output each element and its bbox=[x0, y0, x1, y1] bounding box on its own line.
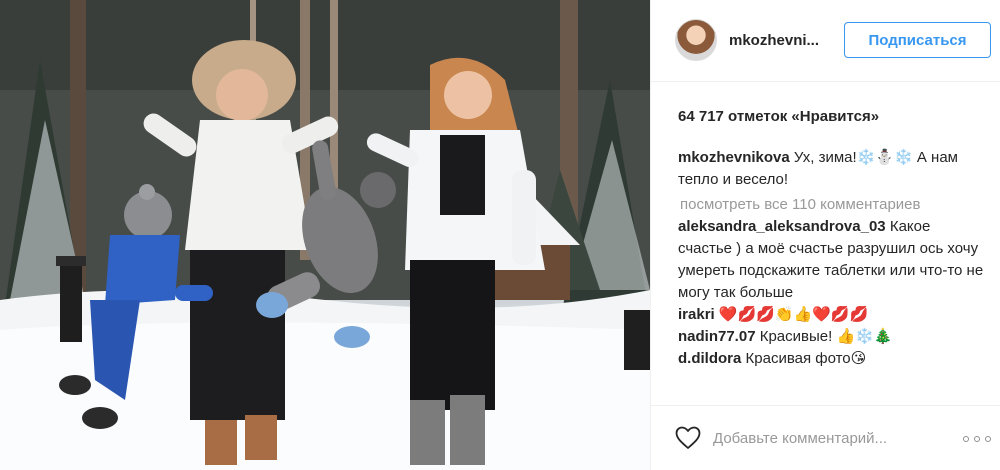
dot bbox=[985, 436, 991, 442]
post-sidebar: mkozhevni... Подписаться 64 717 отметок … bbox=[650, 0, 1000, 470]
dot bbox=[963, 436, 969, 442]
post-photo[interactable] bbox=[0, 0, 650, 470]
photo-illustration bbox=[0, 0, 650, 470]
caption-username[interactable]: mkozhevnikova bbox=[678, 149, 790, 166]
list-item bbox=[678, 370, 988, 388]
caption: mkozhevnikova Ух, зима!❄️⛄❄️ А нам тепло… bbox=[678, 147, 988, 191]
comment-text: Красивая фото😘 bbox=[745, 350, 867, 367]
comment-username[interactable]: nadin77.07 bbox=[678, 328, 756, 345]
avatar[interactable] bbox=[675, 19, 717, 61]
list-item: nadin77.07 Красивые! 👍❄️🎄 bbox=[678, 326, 988, 348]
comment-username[interactable]: irakri bbox=[678, 306, 715, 323]
follow-button[interactable]: Подписаться bbox=[844, 22, 991, 58]
list-item: aleksandra_aleksandrova_03 Какое счастье… bbox=[678, 216, 988, 304]
list-item: d.dildora Красивая фото😘 bbox=[678, 348, 988, 370]
likes-count[interactable]: 64 717 отметок «Нравится» bbox=[678, 108, 879, 125]
dot bbox=[974, 436, 980, 442]
comment-input[interactable] bbox=[713, 423, 943, 453]
view-all-comments-link[interactable]: посмотреть все 110 комментариев bbox=[680, 194, 988, 216]
comments-list: mkozhevnikova Ух, зима!❄️⛄❄️ А нам тепло… bbox=[678, 147, 988, 397]
comment-username[interactable]: aleksandra_aleksandrova_03 bbox=[678, 218, 886, 235]
comment-username[interactable]: d.dildora bbox=[678, 350, 741, 367]
add-comment-bar bbox=[651, 405, 1000, 470]
list-item: irakri ❤️💋💋👏👍❤️💋💋 bbox=[678, 304, 988, 326]
heart-outline-icon[interactable] bbox=[675, 426, 701, 450]
comment-text: Красивые! 👍❄️🎄 bbox=[759, 328, 893, 345]
comment-text: ❤️💋💋👏👍❤️💋💋 bbox=[718, 306, 869, 323]
post-header: mkozhevni... Подписаться bbox=[651, 0, 1000, 82]
ellipsis-icon[interactable] bbox=[963, 436, 991, 442]
username-link[interactable]: mkozhevni... bbox=[729, 32, 819, 49]
